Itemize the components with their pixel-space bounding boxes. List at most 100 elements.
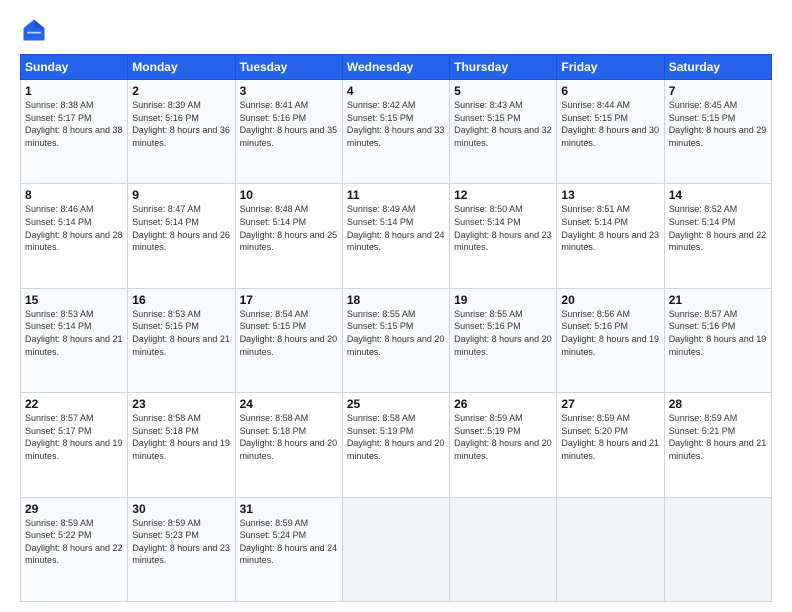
calendar-cell — [557, 497, 664, 601]
cell-content: Sunrise: 8:56 AMSunset: 5:16 PMDaylight:… — [561, 308, 659, 358]
day-number: 23 — [132, 397, 230, 411]
day-number: 7 — [669, 84, 767, 98]
calendar-week-row: 22Sunrise: 8:57 AMSunset: 5:17 PMDayligh… — [21, 393, 772, 497]
calendar-cell: 29Sunrise: 8:59 AMSunset: 5:22 PMDayligh… — [21, 497, 128, 601]
cell-content: Sunrise: 8:53 AMSunset: 5:15 PMDaylight:… — [132, 308, 230, 358]
calendar-cell — [450, 497, 557, 601]
day-number: 12 — [454, 188, 552, 202]
calendar-cell: 6Sunrise: 8:44 AMSunset: 5:15 PMDaylight… — [557, 80, 664, 184]
calendar-page: SundayMondayTuesdayWednesdayThursdayFrid… — [0, 0, 792, 612]
cell-content: Sunrise: 8:38 AMSunset: 5:17 PMDaylight:… — [25, 99, 123, 149]
day-number: 20 — [561, 293, 659, 307]
calendar-cell: 20Sunrise: 8:56 AMSunset: 5:16 PMDayligh… — [557, 288, 664, 392]
day-number: 6 — [561, 84, 659, 98]
calendar-cell: 27Sunrise: 8:59 AMSunset: 5:20 PMDayligh… — [557, 393, 664, 497]
day-number: 21 — [669, 293, 767, 307]
day-number: 24 — [240, 397, 338, 411]
day-number: 25 — [347, 397, 445, 411]
calendar-week-row: 29Sunrise: 8:59 AMSunset: 5:22 PMDayligh… — [21, 497, 772, 601]
cell-content: Sunrise: 8:46 AMSunset: 5:14 PMDaylight:… — [25, 203, 123, 253]
cell-content: Sunrise: 8:57 AMSunset: 5:17 PMDaylight:… — [25, 412, 123, 462]
calendar-table: SundayMondayTuesdayWednesdayThursdayFrid… — [20, 54, 772, 602]
calendar-cell: 10Sunrise: 8:48 AMSunset: 5:14 PMDayligh… — [235, 184, 342, 288]
day-number: 17 — [240, 293, 338, 307]
cell-content: Sunrise: 8:42 AMSunset: 5:15 PMDaylight:… — [347, 99, 445, 149]
calendar-cell: 7Sunrise: 8:45 AMSunset: 5:15 PMDaylight… — [664, 80, 771, 184]
calendar-cell: 14Sunrise: 8:52 AMSunset: 5:14 PMDayligh… — [664, 184, 771, 288]
calendar-cell: 17Sunrise: 8:54 AMSunset: 5:15 PMDayligh… — [235, 288, 342, 392]
day-number: 19 — [454, 293, 552, 307]
calendar-cell: 2Sunrise: 8:39 AMSunset: 5:16 PMDaylight… — [128, 80, 235, 184]
calendar-header-wednesday: Wednesday — [342, 55, 449, 80]
calendar-header-tuesday: Tuesday — [235, 55, 342, 80]
cell-content: Sunrise: 8:47 AMSunset: 5:14 PMDaylight:… — [132, 203, 230, 253]
cell-content: Sunrise: 8:49 AMSunset: 5:14 PMDaylight:… — [347, 203, 445, 253]
day-number: 22 — [25, 397, 123, 411]
calendar-cell: 16Sunrise: 8:53 AMSunset: 5:15 PMDayligh… — [128, 288, 235, 392]
cell-content: Sunrise: 8:39 AMSunset: 5:16 PMDaylight:… — [132, 99, 230, 149]
day-number: 8 — [25, 188, 123, 202]
logo-icon — [20, 16, 48, 44]
calendar-cell: 24Sunrise: 8:58 AMSunset: 5:18 PMDayligh… — [235, 393, 342, 497]
calendar-week-row: 15Sunrise: 8:53 AMSunset: 5:14 PMDayligh… — [21, 288, 772, 392]
calendar-cell: 4Sunrise: 8:42 AMSunset: 5:15 PMDaylight… — [342, 80, 449, 184]
cell-content: Sunrise: 8:55 AMSunset: 5:16 PMDaylight:… — [454, 308, 552, 358]
calendar-week-row: 8Sunrise: 8:46 AMSunset: 5:14 PMDaylight… — [21, 184, 772, 288]
calendar-header-saturday: Saturday — [664, 55, 771, 80]
day-number: 30 — [132, 502, 230, 516]
cell-content: Sunrise: 8:59 AMSunset: 5:24 PMDaylight:… — [240, 517, 338, 567]
cell-content: Sunrise: 8:43 AMSunset: 5:15 PMDaylight:… — [454, 99, 552, 149]
day-number: 2 — [132, 84, 230, 98]
day-number: 27 — [561, 397, 659, 411]
day-number: 9 — [132, 188, 230, 202]
cell-content: Sunrise: 8:52 AMSunset: 5:14 PMDaylight:… — [669, 203, 767, 253]
cell-content: Sunrise: 8:58 AMSunset: 5:18 PMDaylight:… — [132, 412, 230, 462]
day-number: 18 — [347, 293, 445, 307]
header — [20, 16, 772, 44]
cell-content: Sunrise: 8:57 AMSunset: 5:16 PMDaylight:… — [669, 308, 767, 358]
calendar-cell: 1Sunrise: 8:38 AMSunset: 5:17 PMDaylight… — [21, 80, 128, 184]
calendar-cell: 15Sunrise: 8:53 AMSunset: 5:14 PMDayligh… — [21, 288, 128, 392]
cell-content: Sunrise: 8:59 AMSunset: 5:21 PMDaylight:… — [669, 412, 767, 462]
cell-content: Sunrise: 8:58 AMSunset: 5:19 PMDaylight:… — [347, 412, 445, 462]
calendar-cell: 12Sunrise: 8:50 AMSunset: 5:14 PMDayligh… — [450, 184, 557, 288]
cell-content: Sunrise: 8:59 AMSunset: 5:22 PMDaylight:… — [25, 517, 123, 567]
calendar-cell: 25Sunrise: 8:58 AMSunset: 5:19 PMDayligh… — [342, 393, 449, 497]
day-number: 14 — [669, 188, 767, 202]
day-number: 3 — [240, 84, 338, 98]
calendar-cell — [664, 497, 771, 601]
calendar-header-row: SundayMondayTuesdayWednesdayThursdayFrid… — [21, 55, 772, 80]
calendar-cell: 13Sunrise: 8:51 AMSunset: 5:14 PMDayligh… — [557, 184, 664, 288]
cell-content: Sunrise: 8:54 AMSunset: 5:15 PMDaylight:… — [240, 308, 338, 358]
calendar-cell: 5Sunrise: 8:43 AMSunset: 5:15 PMDaylight… — [450, 80, 557, 184]
cell-content: Sunrise: 8:48 AMSunset: 5:14 PMDaylight:… — [240, 203, 338, 253]
cell-content: Sunrise: 8:59 AMSunset: 5:19 PMDaylight:… — [454, 412, 552, 462]
calendar-cell: 22Sunrise: 8:57 AMSunset: 5:17 PMDayligh… — [21, 393, 128, 497]
calendar-cell: 21Sunrise: 8:57 AMSunset: 5:16 PMDayligh… — [664, 288, 771, 392]
day-number: 28 — [669, 397, 767, 411]
calendar-cell: 30Sunrise: 8:59 AMSunset: 5:23 PMDayligh… — [128, 497, 235, 601]
cell-content: Sunrise: 8:45 AMSunset: 5:15 PMDaylight:… — [669, 99, 767, 149]
day-number: 10 — [240, 188, 338, 202]
calendar-cell: 28Sunrise: 8:59 AMSunset: 5:21 PMDayligh… — [664, 393, 771, 497]
calendar-cell: 8Sunrise: 8:46 AMSunset: 5:14 PMDaylight… — [21, 184, 128, 288]
cell-content: Sunrise: 8:53 AMSunset: 5:14 PMDaylight:… — [25, 308, 123, 358]
calendar-cell: 18Sunrise: 8:55 AMSunset: 5:15 PMDayligh… — [342, 288, 449, 392]
day-number: 16 — [132, 293, 230, 307]
calendar-cell — [342, 497, 449, 601]
calendar-cell: 3Sunrise: 8:41 AMSunset: 5:16 PMDaylight… — [235, 80, 342, 184]
cell-content: Sunrise: 8:55 AMSunset: 5:15 PMDaylight:… — [347, 308, 445, 358]
calendar-week-row: 1Sunrise: 8:38 AMSunset: 5:17 PMDaylight… — [21, 80, 772, 184]
day-number: 26 — [454, 397, 552, 411]
day-number: 1 — [25, 84, 123, 98]
calendar-header-thursday: Thursday — [450, 55, 557, 80]
day-number: 15 — [25, 293, 123, 307]
calendar-cell: 26Sunrise: 8:59 AMSunset: 5:19 PMDayligh… — [450, 393, 557, 497]
day-number: 4 — [347, 84, 445, 98]
calendar-cell: 31Sunrise: 8:59 AMSunset: 5:24 PMDayligh… — [235, 497, 342, 601]
calendar-cell: 9Sunrise: 8:47 AMSunset: 5:14 PMDaylight… — [128, 184, 235, 288]
calendar-cell: 11Sunrise: 8:49 AMSunset: 5:14 PMDayligh… — [342, 184, 449, 288]
day-number: 29 — [25, 502, 123, 516]
day-number: 11 — [347, 188, 445, 202]
cell-content: Sunrise: 8:50 AMSunset: 5:14 PMDaylight:… — [454, 203, 552, 253]
